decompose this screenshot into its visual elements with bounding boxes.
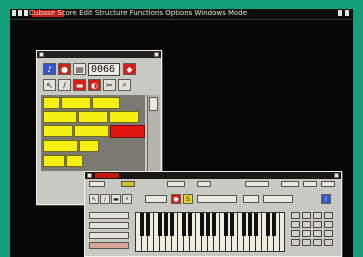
arrange-window-titlebar[interactable] [37,51,161,58]
mute-icon[interactable]: ● [171,194,181,204]
snap-field[interactable] [197,195,237,203]
part-cell[interactable] [74,125,109,137]
close-box-icon[interactable] [87,173,92,178]
part-cell[interactable] [43,125,73,137]
black-key[interactable] [212,213,216,236]
pad-button[interactable] [291,239,300,246]
black-key[interactable] [188,213,192,236]
pad-button[interactable] [313,221,322,228]
side-button[interactable] [89,232,129,239]
quantize-field[interactable] [145,195,167,203]
position-counter: 0066 [88,63,120,76]
control-chip[interactable] [281,181,299,187]
fuller-box-icon[interactable] [154,52,159,57]
part-cell[interactable] [78,111,108,123]
selected-part-cell[interactable] [110,125,145,138]
pad-button[interactable] [291,221,300,228]
black-key[interactable] [200,213,204,236]
black-key[interactable] [272,213,276,236]
black-key[interactable] [266,213,270,236]
black-key[interactable] [164,213,168,236]
pointer-icon[interactable]: ↖ [89,194,99,204]
black-key[interactable] [230,213,234,236]
key-editor-title-highlight [95,173,119,178]
atari-logo-icon[interactable] [12,10,16,16]
pad-button[interactable] [302,212,311,219]
pad-button[interactable] [324,221,333,228]
pencil-icon[interactable]: / [58,79,71,91]
part-cell[interactable] [92,97,120,109]
scissors-icon[interactable]: ✂ [103,79,116,91]
marker-icon[interactable]: ◆ [123,63,136,75]
pad-button[interactable] [291,230,300,237]
black-key[interactable] [242,213,246,236]
window-menu-icon[interactable] [24,10,28,16]
record-icon[interactable]: ● [58,63,71,75]
side-button[interactable] [89,212,129,219]
control-chip[interactable] [245,181,269,187]
black-key[interactable] [140,213,144,236]
key-editor-titlebar[interactable] [85,172,341,179]
pencil-icon[interactable]: / [100,194,110,204]
pad-button[interactable] [302,239,311,246]
position-field[interactable] [263,195,293,203]
eraser-icon[interactable]: ▬ [111,194,121,204]
part-cell[interactable] [79,140,99,152]
pad-button[interactable] [324,230,333,237]
control-chip[interactable] [89,181,105,187]
pad-button[interactable] [324,239,333,246]
black-key[interactable] [170,213,174,236]
pad-button[interactable] [302,221,311,228]
part-cell[interactable] [43,97,60,109]
pad-button[interactable] [313,239,322,246]
pad-button[interactable] [291,212,300,219]
pointer-icon[interactable]: ↖ [43,79,56,91]
magnify-icon[interactable]: ⌕ [118,79,131,91]
black-key[interactable] [158,213,162,236]
solo-icon[interactable]: S [183,194,193,204]
eraser-icon[interactable]: ▬ [73,79,86,91]
control-chip[interactable] [167,181,185,187]
black-key[interactable] [182,213,186,236]
side-button[interactable] [89,222,129,229]
part-cell[interactable] [43,111,77,123]
black-key[interactable] [248,213,252,236]
pad-button[interactable] [324,212,333,219]
window-fuller-icon[interactable] [338,10,342,16]
window-size-icon[interactable] [345,10,349,16]
glue-icon[interactable]: ◐ [88,79,101,91]
side-button[interactable] [89,242,129,249]
window-close-icon[interactable] [18,10,22,16]
black-key[interactable] [206,213,210,236]
black-key[interactable] [254,213,258,236]
menu-bar-text[interactable]: Cubase Score Edit Structure Functions Op… [29,8,299,18]
black-key[interactable] [224,213,228,236]
control-chip[interactable] [321,181,335,187]
control-chip[interactable] [197,181,211,187]
control-chip[interactable] [303,181,317,187]
part-cell[interactable] [43,155,65,167]
part-cell[interactable] [61,97,91,109]
pad-button[interactable] [302,230,311,237]
magnify-icon[interactable]: ⌕ [122,194,132,204]
length-field[interactable] [243,195,259,203]
screen: Cubase Score Edit Structure Functions Op… [10,9,353,257]
part-cell[interactable] [109,111,139,123]
part-cell[interactable] [43,140,78,152]
close-box-icon[interactable] [39,52,44,57]
part-cell[interactable] [66,155,83,167]
menu-bar: Cubase Score Edit Structure Functions Op… [10,9,353,20]
control-chip[interactable] [121,181,135,187]
track-icon[interactable]: ▤ [73,63,86,75]
note-icon[interactable]: ♪ [43,63,56,75]
black-key[interactable] [146,213,150,236]
piano-keyboard[interactable] [135,212,285,252]
pad-button[interactable] [313,230,322,237]
scrollbar-thumb[interactable] [149,97,158,111]
info-icon[interactable]: i [321,194,331,204]
key-editor-window: ↖ / ▬ ⌕ ● S i [84,171,342,257]
pad-grid[interactable] [291,212,337,250]
fuller-box-icon[interactable] [334,173,339,178]
pad-button[interactable] [313,212,322,219]
